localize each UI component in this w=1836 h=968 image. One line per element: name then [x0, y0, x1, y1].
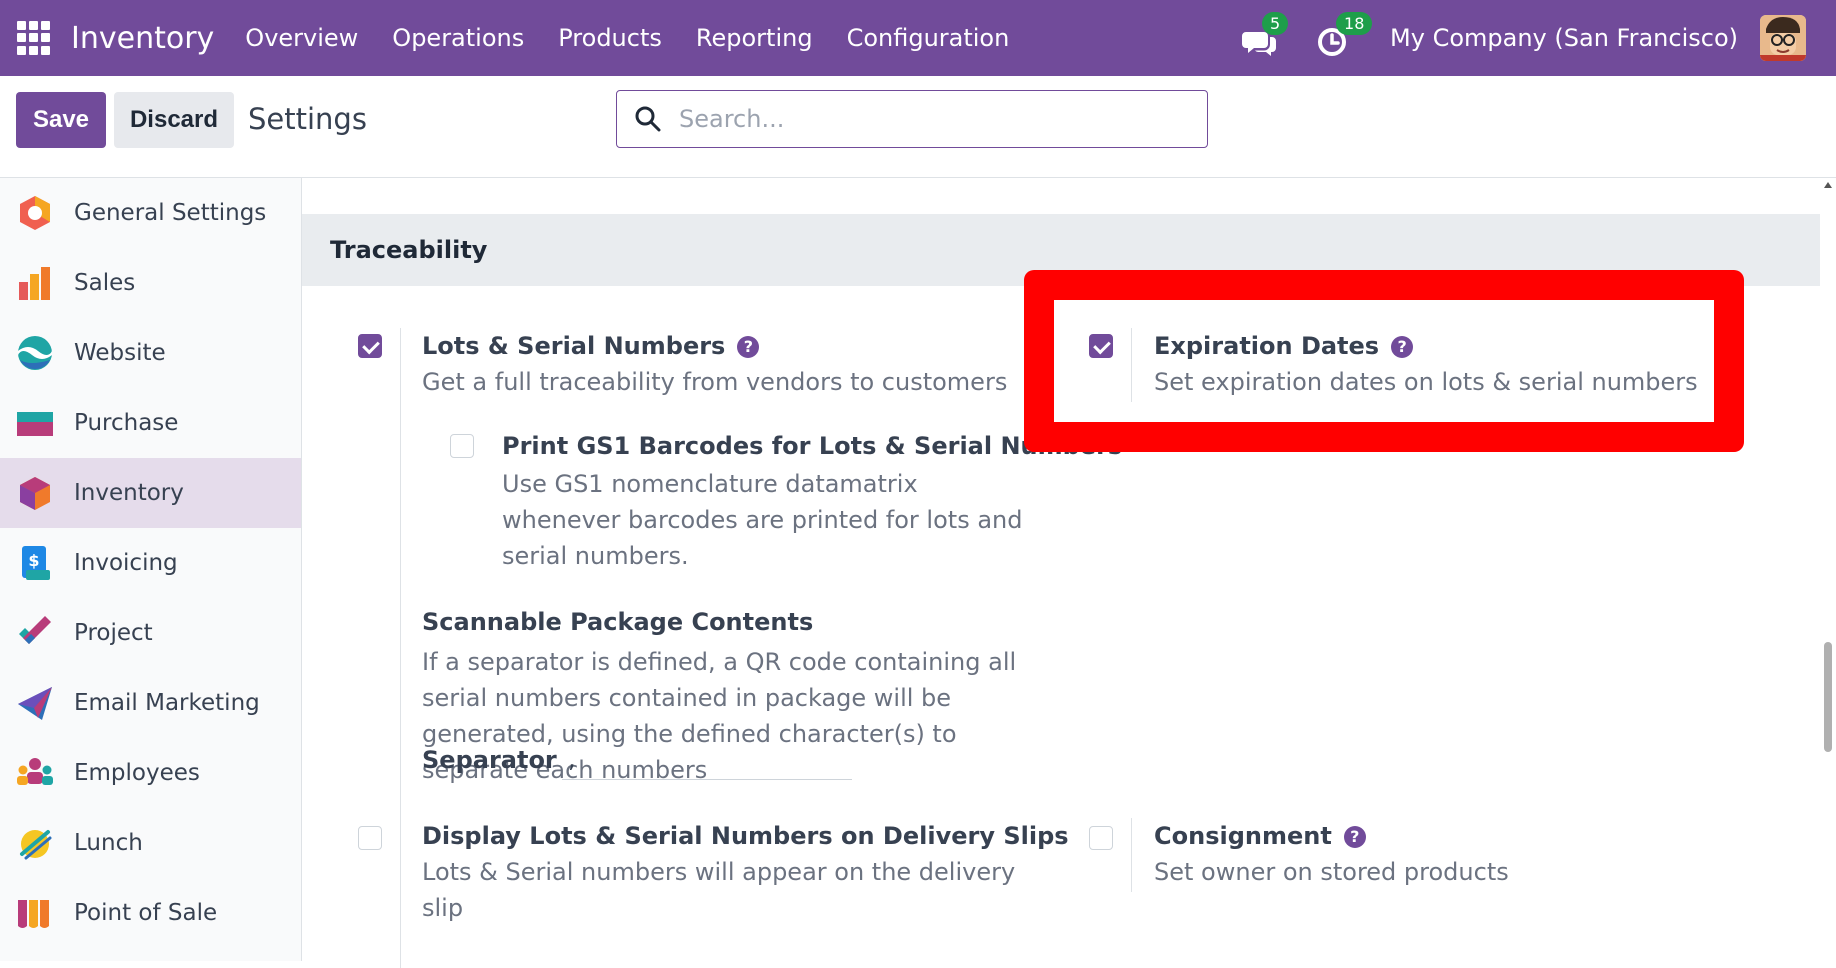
sidebar-item-label: Lunch [74, 830, 143, 856]
scrollbar[interactable] [1820, 178, 1836, 961]
employees-icon [17, 758, 53, 785]
lots-serial-title: Lots & Serial Numbers? [422, 332, 760, 360]
expiration-dates-label: Expiration Dates [1154, 332, 1380, 360]
gs1-barcodes-title: Print GS1 Barcodes for Lots & Serial Num… [502, 432, 1123, 460]
sidebar-item-employees[interactable]: Employees [0, 738, 301, 808]
sidebar-item-website[interactable]: Website [0, 318, 301, 388]
lunch-icon [20, 830, 52, 860]
sidebar-item-project[interactable]: Project [0, 598, 301, 668]
search-box[interactable] [616, 90, 1208, 148]
expiration-dates-title: Expiration Dates? [1154, 332, 1414, 360]
settings-sidebar: General Settings Sales Website Purchase … [0, 178, 302, 961]
svg-text:$: $ [28, 551, 39, 570]
discard-button[interactable]: Discard [114, 92, 234, 148]
sidebar-item-label: Employees [74, 760, 200, 786]
divider [1131, 328, 1132, 402]
sales-icon [19, 267, 50, 300]
sidebar-item-general-settings[interactable]: General Settings [0, 178, 301, 248]
email-marketing-icon [18, 687, 52, 720]
consignment-checkbox[interactable] [1089, 826, 1113, 850]
settings-content: Traceability Lots & Serial Numbers? Get … [302, 178, 1820, 968]
company-switcher[interactable]: My Company (San Francisco) [1390, 24, 1738, 52]
delivery-slips-description: Lots & Serial numbers will appear on the… [422, 858, 1016, 922]
activities-count-badge: 18 [1336, 12, 1373, 35]
help-icon[interactable]: ? [1343, 826, 1366, 848]
menu-reporting[interactable]: Reporting [696, 24, 813, 52]
expiration-dates-description: Set expiration dates on lots & serial nu… [1154, 368, 1698, 396]
sidebar-item-label: Project [74, 620, 153, 646]
sidebar-item-label: Sales [74, 270, 136, 296]
menu-overview[interactable]: Overview [245, 24, 358, 52]
app-menu-grid-icon[interactable] [17, 21, 51, 55]
project-icon [19, 616, 51, 644]
consignment-label: Consignment [1154, 822, 1332, 850]
sidebar-item-sales[interactable]: Sales [0, 248, 301, 318]
consignment-description: Set owner on stored products [1154, 858, 1509, 886]
section-title: Traceability [330, 236, 488, 264]
sidebar-item-email-marketing[interactable]: Email Marketing [0, 668, 301, 738]
page-title: Settings [248, 102, 367, 136]
sidebar-item-inventory[interactable]: Inventory [0, 458, 301, 528]
search-input[interactable] [679, 105, 1179, 133]
sidebar-item-label: Inventory [74, 480, 184, 506]
menu-operations[interactable]: Operations [392, 24, 524, 52]
lots-serial-checkbox[interactable] [358, 334, 382, 358]
sidebar-item-label: Purchase [74, 410, 179, 436]
scroll-up-arrow-icon[interactable] [1824, 182, 1832, 188]
save-button[interactable]: Save [16, 92, 106, 148]
separator-input[interactable] [562, 738, 852, 780]
sidebar-item-purchase[interactable]: Purchase [0, 388, 301, 458]
sidebar-item-lunch[interactable]: Lunch [0, 808, 301, 878]
help-icon[interactable]: ? [737, 336, 760, 358]
purchase-icon [17, 412, 53, 436]
menu-products[interactable]: Products [558, 24, 662, 52]
app-brand[interactable]: Inventory [71, 21, 214, 56]
sidebar-item-label: Email Marketing [74, 690, 260, 716]
inventory-icon [20, 477, 50, 510]
delivery-slips-checkbox[interactable] [358, 826, 382, 850]
website-icon [18, 336, 52, 370]
separator-label: Separator [422, 746, 557, 774]
divider [400, 328, 401, 968]
section-header: Traceability [302, 214, 1820, 286]
invoicing-icon: $ [22, 546, 50, 580]
messages-button[interactable]: 5 [1242, 12, 1289, 58]
top-navbar: Inventory Overview Operations Products R… [0, 0, 1836, 76]
scannable-package-title: Scannable Package Contents [422, 608, 814, 636]
sidebar-item-label: Point of Sale [74, 900, 218, 926]
delivery-slips-title: Display Lots & Serial Numbers on Deliver… [422, 822, 1069, 850]
messages-count-badge: 5 [1262, 12, 1289, 35]
lots-serial-description: Get a full traceability from vendors to … [422, 368, 1008, 396]
activities-button[interactable]: 18 [1316, 12, 1373, 58]
gs1-barcodes-checkbox[interactable] [450, 434, 474, 458]
sidebar-item-label: Invoicing [74, 550, 178, 576]
divider [1131, 818, 1132, 892]
point-of-sale-icon [18, 900, 49, 928]
scroll-thumb[interactable] [1824, 642, 1832, 752]
help-icon[interactable]: ? [1391, 336, 1414, 358]
control-panel: Save Discard Settings [0, 76, 1836, 178]
sidebar-item-label: General Settings [74, 200, 267, 226]
user-avatar[interactable] [1760, 15, 1806, 61]
lots-serial-label: Lots & Serial Numbers [422, 332, 726, 360]
menu-configuration[interactable]: Configuration [847, 24, 1010, 52]
consignment-title: Consignment? [1154, 822, 1366, 850]
expiration-dates-checkbox[interactable] [1089, 334, 1113, 358]
sidebar-item-point-of-sale[interactable]: Point of Sale [0, 878, 301, 948]
search-icon [635, 106, 661, 132]
sidebar-item-label: Website [74, 340, 166, 366]
gs1-barcodes-description: Use GS1 nomenclature datamatrix whenever… [502, 470, 1023, 570]
general-settings-icon [20, 196, 50, 230]
sidebar-item-invoicing[interactable]: $ Invoicing [0, 528, 301, 598]
